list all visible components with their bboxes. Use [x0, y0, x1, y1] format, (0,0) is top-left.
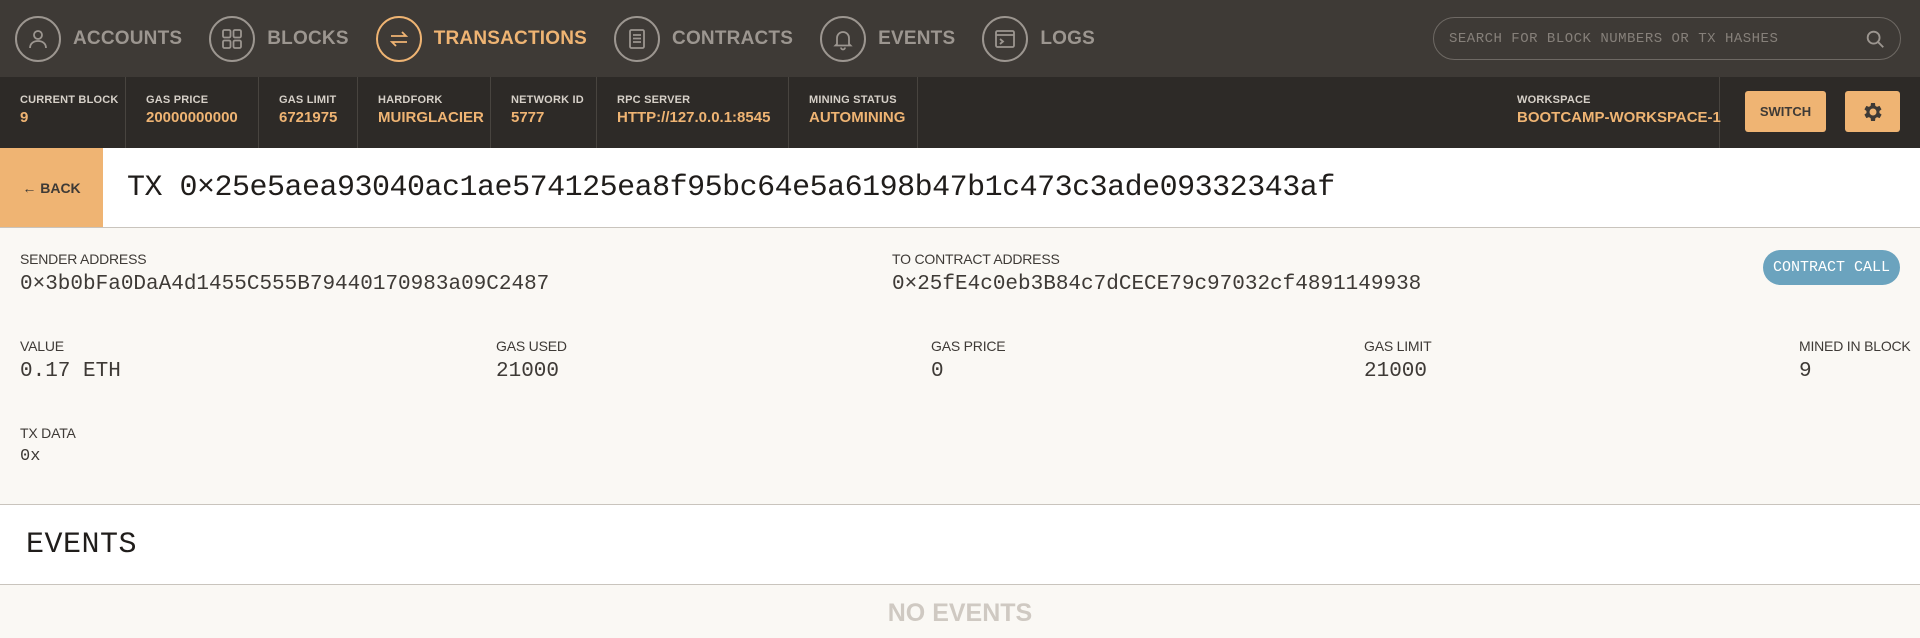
no-events-message: NO EVENTS: [0, 585, 1920, 638]
search-icon[interactable]: [1864, 28, 1886, 50]
gas-used-value: 21000: [496, 360, 560, 383]
document-icon: [614, 15, 661, 62]
nav-accounts-label: ACCOUNTS: [73, 27, 183, 49]
stat-value: 20000000000: [146, 109, 238, 126]
gas-used-field: GAS USED 21000: [496, 338, 567, 383]
top-navigation: ACCOUNTS BLOCKS TRANSACTIONS CONTRACTS E…: [0, 0, 1920, 77]
field-label: TO CONTRACT ADDRESS: [892, 251, 1060, 267]
nav-accounts[interactable]: ACCOUNTS: [15, 15, 183, 62]
nav-logs-label: LOGS: [1040, 27, 1095, 49]
value-field: VALUE 0.17 ETH: [20, 338, 121, 383]
nav-transactions-label: TRANSACTIONS: [433, 27, 588, 49]
nav-blocks-label: BLOCKS: [267, 27, 349, 49]
field-label: GAS LIMIT: [1364, 338, 1432, 354]
stat-value: HTTP://127.0.0.1:8545: [617, 109, 771, 126]
search-box: [1433, 17, 1901, 60]
value-amount: 0.17 ETH: [20, 360, 121, 383]
tx-data-field: TX DATA 0x: [20, 425, 76, 466]
gear-icon: [1863, 102, 1882, 121]
status-bar: CURRENT BLOCK 9 GAS PRICE 20000000000 GA…: [0, 77, 1920, 148]
nav-transactions[interactable]: TRANSACTIONS: [375, 15, 588, 62]
field-label: GAS PRICE: [931, 338, 1006, 354]
terminal-icon: [982, 15, 1029, 62]
to-address-field: TO CONTRACT ADDRESS 0×25fE4c0eb3B84c7dCE…: [892, 251, 1421, 296]
stat-network-id: NETWORK ID 5777: [491, 77, 597, 148]
user-icon: [15, 15, 61, 62]
stat-mining-status: MINING STATUS AUTOMINING: [789, 77, 918, 148]
events-section-title: EVENTS: [0, 505, 1920, 585]
transaction-header: ← BACK TX 0×25e5aea93040ac1ae574125ea8f9…: [0, 148, 1920, 228]
nav-blocks[interactable]: BLOCKS: [209, 15, 349, 62]
stat-label: MINING STATUS: [809, 94, 897, 106]
stat-value: 9: [20, 109, 29, 126]
transaction-details: SENDER ADDRESS 0×3b0bFa0DaA4d1455C555B79…: [0, 228, 1920, 505]
mined-in-block-value[interactable]: 9: [1799, 360, 1911, 383]
stat-rpc-server: RPC SERVER HTTP://127.0.0.1:8545: [597, 77, 789, 148]
stat-label: GAS PRICE: [146, 94, 209, 106]
stat-value: MUIRGLACIER: [378, 109, 484, 126]
gas-price-value: 0: [931, 360, 944, 383]
to-contract-address: 0×25fE4c0eb3B84c7dCECE79c97032cf48911499…: [892, 273, 1422, 296]
search-input[interactable]: [1449, 30, 1864, 47]
switch-workspace-button[interactable]: SWITCH: [1745, 91, 1826, 132]
tx-data-value: 0x: [20, 447, 41, 466]
back-button[interactable]: ← BACK: [0, 148, 103, 227]
nav-events-label: EVENTS: [878, 27, 956, 49]
stat-label: NETWORK ID: [511, 94, 584, 106]
workspace-info: WORKSPACE BOOTCAMP-WORKSPACE-1: [1497, 77, 1721, 148]
sender-address-field: SENDER ADDRESS 0×3b0bFa0DaA4d1455C555B79…: [20, 251, 549, 296]
gas-price-field: GAS PRICE 0: [931, 338, 1006, 383]
stat-hardfork: HARDFORK MUIRGLACIER: [358, 77, 491, 148]
mined-in-block-field: MINED IN BLOCK 9: [1799, 338, 1911, 383]
nav-contracts[interactable]: CONTRACTS: [614, 15, 794, 62]
grid-icon: [209, 15, 256, 62]
settings-button[interactable]: [1845, 91, 1900, 132]
field-label: SENDER ADDRESS: [20, 251, 147, 267]
contract-call-badge: CONTRACT CALL: [1763, 250, 1900, 285]
gas-limit-field: GAS LIMIT 21000: [1364, 338, 1432, 383]
field-label: TX DATA: [20, 425, 76, 441]
bell-icon: [820, 15, 867, 62]
stat-gas-limit: GAS LIMIT 6721975: [259, 77, 358, 148]
field-label: GAS USED: [496, 338, 567, 354]
stat-value: AUTOMINING: [809, 109, 906, 126]
swap-arrows-icon: [375, 15, 422, 62]
gas-limit-value: 21000: [1364, 360, 1428, 383]
sender-address: 0×3b0bFa0DaA4d1455C555B79440170983a09C24…: [20, 273, 550, 296]
workspace-name: BOOTCAMP-WORKSPACE-1: [1517, 109, 1721, 126]
stat-value: 6721975: [279, 109, 338, 126]
stat-label: RPC SERVER: [617, 94, 691, 106]
stat-label: CURRENT BLOCK: [20, 94, 119, 106]
stat-label: HARDFORK: [378, 94, 443, 106]
page-title: TX 0×25e5aea93040ac1ae574125ea8f95bc64e5…: [127, 170, 1335, 205]
stat-value: 5777: [511, 109, 545, 126]
field-label: VALUE: [20, 338, 64, 354]
nav-logs[interactable]: LOGS: [982, 15, 1095, 62]
nav-contracts-label: CONTRACTS: [672, 27, 794, 49]
nav-events[interactable]: EVENTS: [820, 15, 956, 62]
workspace-label: WORKSPACE: [1517, 94, 1591, 106]
field-label: MINED IN BLOCK: [1799, 338, 1911, 354]
stat-label: GAS LIMIT: [279, 94, 337, 106]
stat-gas-price: GAS PRICE 20000000000: [126, 77, 259, 148]
stat-current-block: CURRENT BLOCK 9: [0, 77, 126, 148]
